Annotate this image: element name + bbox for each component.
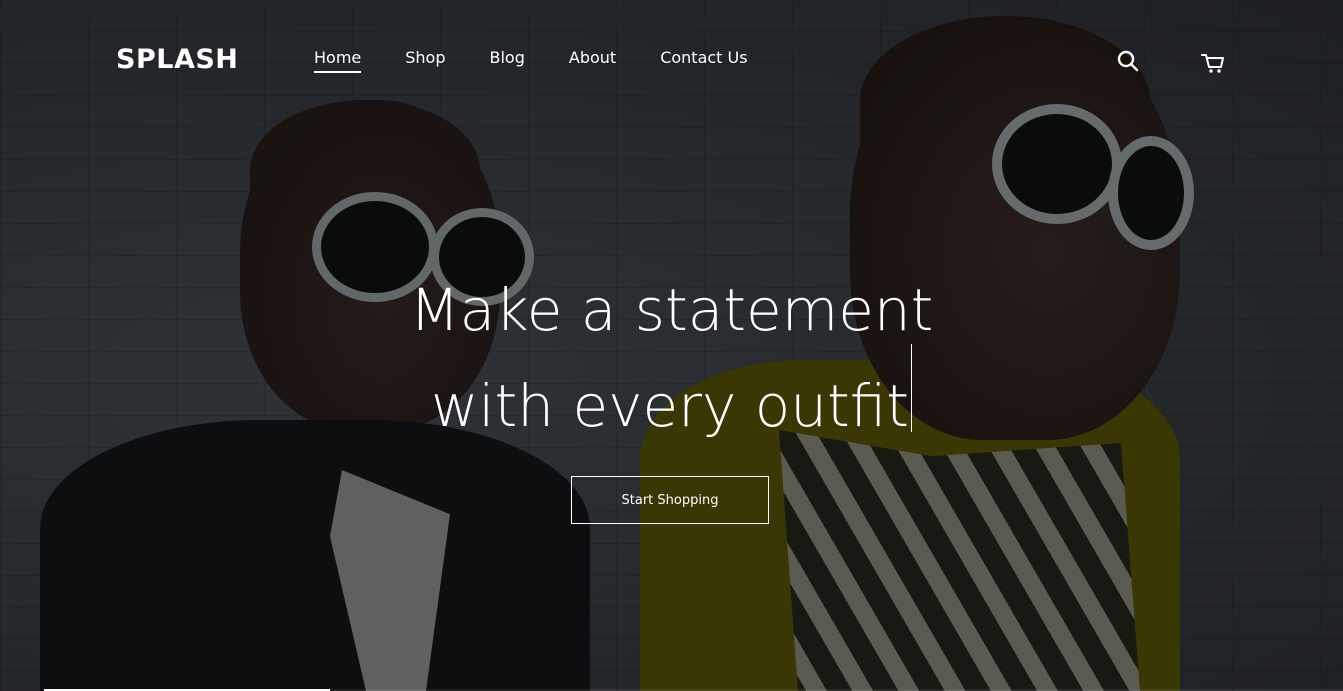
nav-item-shop[interactable]: Shop [405,48,445,73]
typing-cursor [911,344,913,432]
site-logo[interactable]: SPLASH [116,44,238,75]
cart-icon [1201,54,1224,73]
hero-headline: Make a statement with every outfit [0,262,1343,454]
nav-item-contact-us[interactable]: Contact Us [660,48,747,73]
hero-headline-line-2-wrapper: with every outfit [0,344,1343,454]
hero-headline-line-2: with every outfit [430,372,910,440]
nav-item-about[interactable]: About [569,48,616,73]
nav-item-home[interactable]: Home [314,48,362,73]
site-header: SPLASH Home Shop Blog About Contact Us [0,0,1343,120]
hero-section: SPLASH Home Shop Blog About Contact Us M… [0,0,1343,691]
search-button[interactable] [1116,49,1142,75]
hero-headline-line-1: Make a statement [409,276,934,344]
start-shopping-button[interactable]: Start Shopping [571,476,769,524]
nav-item-blog[interactable]: Blog [490,48,525,73]
main-nav: Home Shop Blog About Contact Us [314,48,792,73]
search-icon [1117,50,1139,72]
cart-button[interactable] [1200,50,1226,76]
